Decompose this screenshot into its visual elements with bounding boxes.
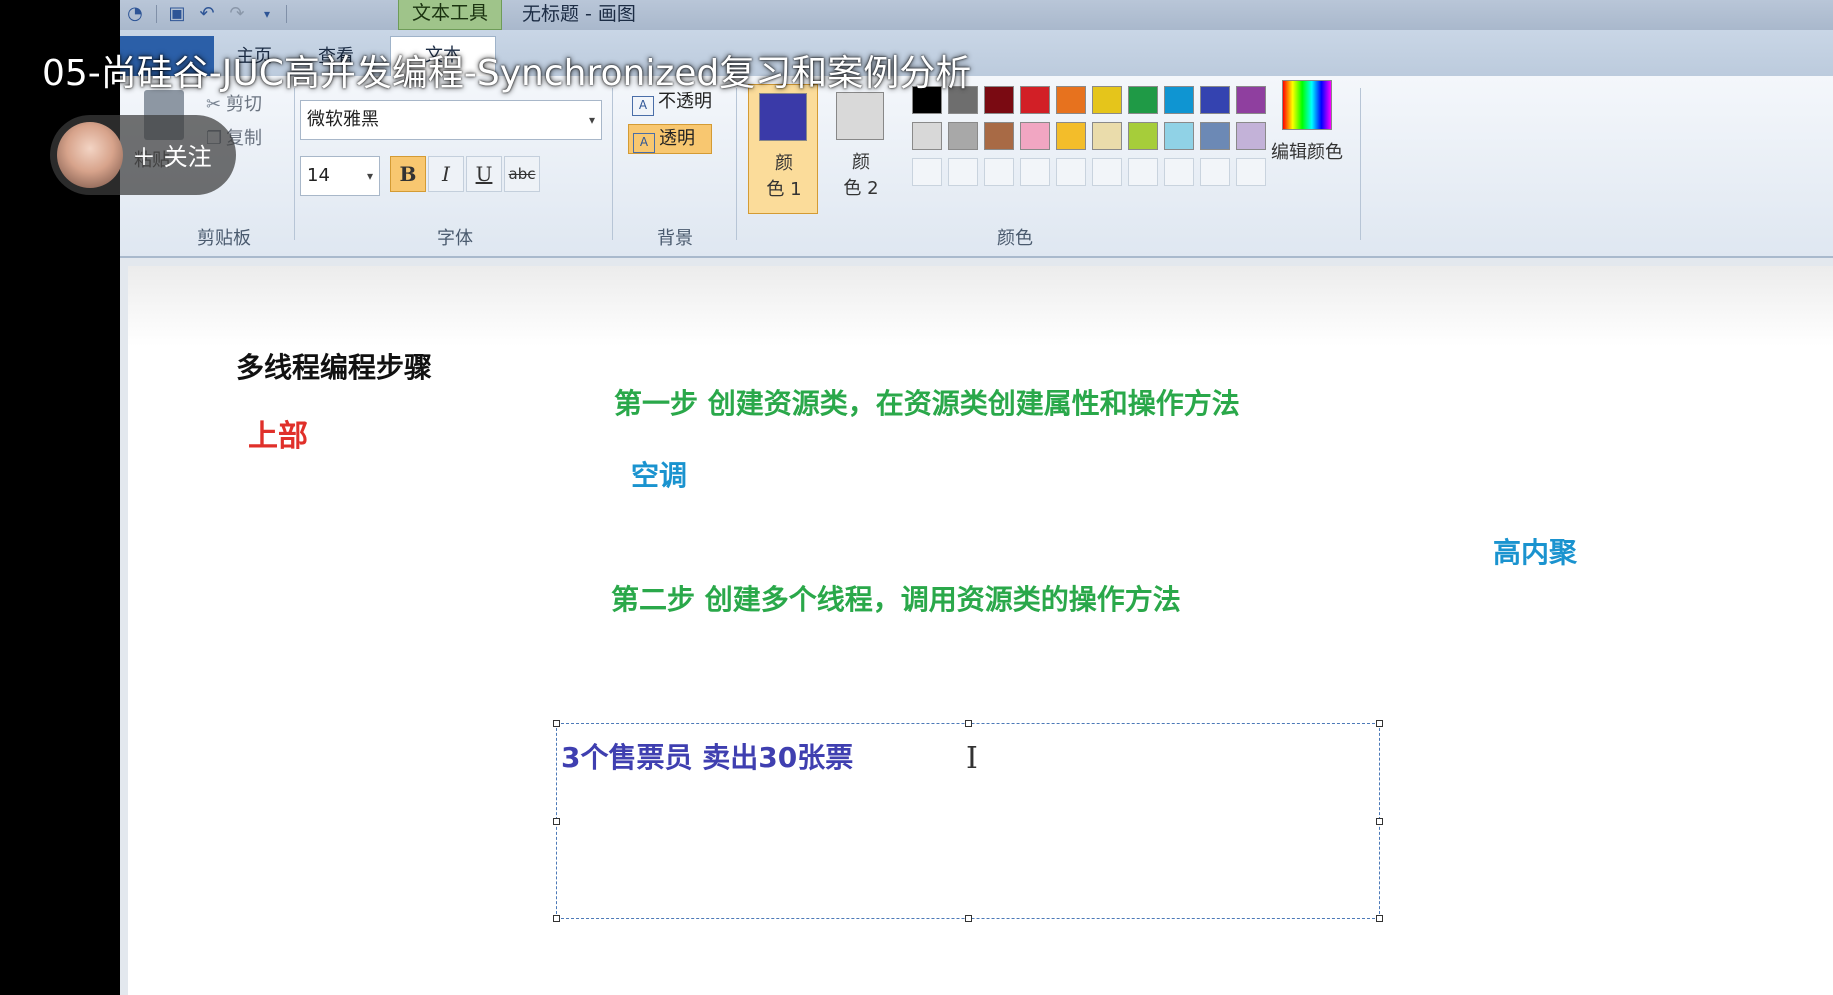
custom-color-slot[interactable]: [1128, 158, 1158, 186]
cut-label: 剪切: [226, 94, 262, 115]
color-swatch[interactable]: [1164, 86, 1194, 114]
custom-color-slot[interactable]: [1200, 158, 1230, 186]
font-group-label: 字体: [437, 228, 473, 249]
aircon-text: 空调: [631, 459, 688, 492]
top-label-text: 上部: [248, 419, 308, 454]
group-separator: [294, 88, 295, 240]
color2-label-b: 色 2: [843, 178, 879, 199]
color2-button[interactable]: 颜 色 2: [826, 84, 896, 214]
transparent-label: 透明: [659, 128, 695, 149]
chevron-down-icon: ▾: [366, 169, 373, 183]
color-swatch[interactable]: [984, 86, 1014, 114]
video-title: 05-尚硅谷-JUC高并发编程-Synchronized复习和案例分析: [42, 53, 972, 94]
background-group-label: 背景: [657, 228, 693, 249]
custom-color-slot[interactable]: [1092, 158, 1122, 186]
resize-handle-nw[interactable]: [553, 720, 560, 727]
group-separator: [736, 88, 737, 240]
window-title: 无标题 - 画图: [522, 3, 636, 25]
custom-color-slot[interactable]: [912, 158, 942, 186]
save-icon[interactable]: ▣: [166, 4, 188, 24]
text-transparent-icon: A: [633, 133, 655, 153]
underline-button[interactable]: U: [466, 156, 502, 192]
resize-handle-s[interactable]: [965, 915, 972, 922]
color1-swatch: [759, 93, 807, 141]
resize-handle-ne[interactable]: [1376, 720, 1383, 727]
color1-label-a: 颜: [775, 153, 793, 174]
font-size-select[interactable]: 14 ▾: [300, 156, 380, 196]
custom-color-slot[interactable]: [948, 158, 978, 186]
color-swatch[interactable]: [1092, 122, 1122, 150]
color-swatch[interactable]: [1128, 122, 1158, 150]
color-swatch[interactable]: [1164, 122, 1194, 150]
color1-button[interactable]: 颜 色 1: [748, 84, 818, 214]
canvas-area: 多线程编程步骤 上部 第一步 创建资源类，在资源类创建属性和操作方法 空调 高内…: [120, 258, 1833, 995]
color-swatch[interactable]: [948, 122, 978, 150]
custom-color-slot[interactable]: [1056, 158, 1086, 186]
canvas-heading-text: 多线程编程步骤: [236, 351, 433, 384]
transparent-button[interactable]: A 透明: [628, 124, 712, 154]
edit-colors-button[interactable]: 编辑颜色: [1262, 80, 1352, 220]
group-separator: [612, 88, 613, 240]
color-swatch[interactable]: [1200, 122, 1230, 150]
color2-label-a: 颜: [852, 152, 870, 173]
color-swatch[interactable]: [1128, 86, 1158, 114]
custom-color-slot[interactable]: [984, 158, 1014, 186]
color-spectrum-icon: [1282, 80, 1332, 130]
text-opaque-icon: A: [632, 96, 654, 116]
text-cursor-icon: I: [966, 741, 978, 776]
paint-app-icon[interactable]: ◔: [124, 4, 146, 24]
color-swatch[interactable]: [912, 122, 942, 150]
follow-label: ＋ 关注: [132, 143, 212, 171]
font-size-value: 14: [307, 165, 330, 186]
custom-color-slot[interactable]: [1020, 158, 1050, 186]
redo-icon[interactable]: ↷: [226, 4, 248, 24]
editing-text[interactable]: 3个售票员 卖出30张票: [561, 736, 853, 776]
drawing-canvas[interactable]: 多线程编程步骤 上部 第一步 创建资源类，在资源类创建属性和操作方法 空调 高内…: [128, 266, 1833, 995]
color-swatch[interactable]: [1200, 86, 1230, 114]
text-tools-context-tab: 文本工具: [398, 0, 502, 30]
resize-handle-n[interactable]: [965, 720, 972, 727]
qat-separator: [156, 5, 157, 23]
edit-colors-label: 编辑颜色: [1271, 142, 1343, 163]
chevron-down-icon: ▾: [588, 113, 595, 127]
color-swatch[interactable]: [984, 122, 1014, 150]
qat-separator: [286, 5, 287, 23]
scissors-icon: ✂: [206, 94, 222, 115]
resize-handle-se[interactable]: [1376, 915, 1383, 922]
clipboard-group-label: 剪贴板: [197, 228, 251, 249]
color-swatch[interactable]: [1056, 86, 1086, 114]
avatar[interactable]: [57, 122, 123, 188]
color-swatch[interactable]: [1020, 86, 1050, 114]
strikethrough-button[interactable]: abc: [504, 156, 540, 192]
resize-handle-sw[interactable]: [553, 915, 560, 922]
undo-icon[interactable]: ↶: [196, 4, 218, 24]
resize-handle-w[interactable]: [553, 818, 560, 825]
title-bar: ◔ ▣ ↶ ↷ ▾ 文本工具 无标题 - 画图: [120, 0, 1833, 30]
font-family-select[interactable]: 微软雅黑 ▾: [300, 100, 602, 140]
color-swatch[interactable]: [1056, 122, 1086, 150]
step2-text: 第二步 创建多个线程，调用资源类的操作方法: [611, 583, 1181, 616]
resize-handle-e[interactable]: [1376, 818, 1383, 825]
ribbon: 粘贴 ✂剪切 ❐复制 剪贴板 微软雅黑▾ 14▾ B I U abc 字体 A不…: [120, 76, 1833, 258]
custom-color-slot[interactable]: [1164, 158, 1194, 186]
italic-button[interactable]: I: [428, 156, 464, 192]
colors-group-label: 颜色: [997, 228, 1033, 249]
bold-button[interactable]: B: [390, 156, 426, 192]
paint-window: ◔ ▣ ↶ ↷ ▾ 文本工具 无标题 - 画图 主页 查看 文本 粘贴 ✂剪切 …: [120, 0, 1833, 995]
high-cohesion-text: 高内聚: [1493, 536, 1578, 569]
color2-swatch: [836, 92, 884, 140]
group-separator: [1360, 88, 1361, 240]
color1-label-b: 色 1: [766, 179, 802, 200]
customize-qat-icon[interactable]: ▾: [256, 4, 278, 24]
follow-button[interactable]: ＋ 关注: [50, 115, 236, 195]
font-family-value: 微软雅黑: [307, 109, 379, 130]
color-swatch[interactable]: [1020, 122, 1050, 150]
color-swatch[interactable]: [1092, 86, 1122, 114]
step1-text: 第一步 创建资源类，在资源类创建属性和操作方法: [614, 387, 1240, 420]
